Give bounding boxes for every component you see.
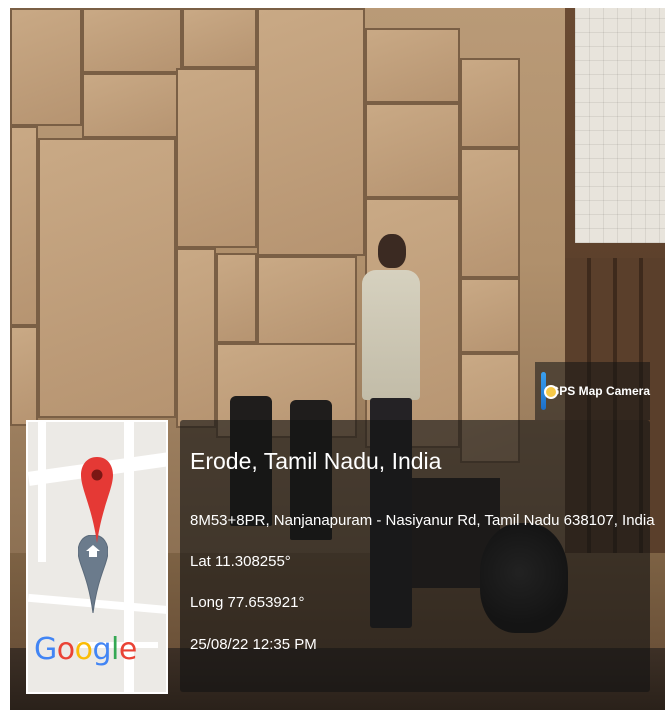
wall-panel (176, 248, 216, 428)
wall-panel (38, 138, 176, 418)
google-logo-letter: l (111, 632, 119, 667)
acoustic-ceiling-panel (575, 8, 665, 243)
wall-panel (460, 148, 520, 278)
google-logo-letter: G (34, 632, 57, 667)
wall-panel (257, 8, 365, 256)
wall-panel (460, 278, 520, 353)
wall-panel (182, 8, 257, 68)
google-logo-letter: e (118, 632, 137, 667)
wall-panel (82, 8, 182, 73)
address-text: 8M53+8PR, Nanjanapuram - Nasiyanur Rd, T… (190, 512, 655, 529)
google-logo-letter: o (56, 632, 75, 667)
wall-panel (10, 326, 38, 426)
wall-panel (10, 8, 82, 126)
longitude-text: Long 77.653921° (190, 594, 305, 611)
map-pin-icon (81, 457, 113, 543)
badge-label: GPS Map Camera (549, 384, 650, 398)
location-marker-icon (78, 535, 108, 613)
gps-map-camera-badge: GPS Map Camera (535, 362, 650, 420)
wall-panel (257, 256, 357, 346)
latitude-text: Lat 11.308255° (190, 553, 291, 570)
wall-panel (176, 68, 257, 248)
place-title: Erode, Tamil Nadu, India (190, 448, 442, 474)
wall-panel (10, 126, 38, 326)
wall-panel (460, 58, 520, 148)
timestamp-text: 25/08/22 12:35 PM (190, 636, 317, 653)
wall-panel (365, 28, 460, 103)
speaker-head (378, 234, 406, 268)
speaker-shirt (362, 270, 420, 400)
wall-panel (216, 253, 257, 343)
map-road (38, 422, 46, 562)
google-logo-letter: o (74, 632, 93, 667)
gps-map-camera-app-icon (541, 372, 558, 410)
wall-panel (365, 103, 460, 198)
google-logo: Google (34, 632, 137, 667)
wall-panel (82, 73, 182, 138)
google-logo-letter: g (92, 632, 112, 667)
